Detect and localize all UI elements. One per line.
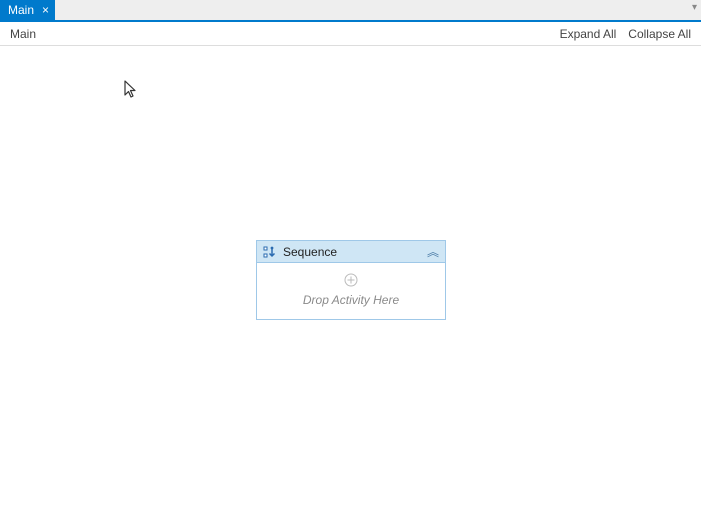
expand-all-button[interactable]: Expand All [560, 27, 617, 41]
tab-bar: Main × ▾ [0, 0, 701, 22]
tab-main[interactable]: Main × [0, 0, 55, 20]
breadcrumb[interactable]: Main [10, 27, 36, 41]
collapse-all-button[interactable]: Collapse All [628, 27, 691, 41]
collapse-icon[interactable]: ︽ [427, 246, 439, 258]
tab-dropdown-icon[interactable]: ▾ [692, 3, 697, 13]
tab-label: Main [8, 3, 34, 17]
activity-header[interactable]: Sequence ︽ [257, 241, 445, 263]
close-icon[interactable]: × [40, 4, 51, 16]
activity-title: Sequence [283, 245, 421, 259]
add-activity-icon[interactable] [342, 271, 360, 289]
sequence-activity[interactable]: Sequence ︽ Drop Activity Here [256, 240, 446, 320]
cursor-icon [124, 80, 140, 103]
activity-body[interactable]: Drop Activity Here [257, 263, 445, 319]
toolbar: Main Expand All Collapse All [0, 22, 701, 46]
designer-canvas[interactable]: Sequence ︽ Drop Activity Here [0, 46, 701, 505]
sequence-icon [263, 245, 277, 259]
drop-hint-text: Drop Activity Here [303, 293, 399, 307]
